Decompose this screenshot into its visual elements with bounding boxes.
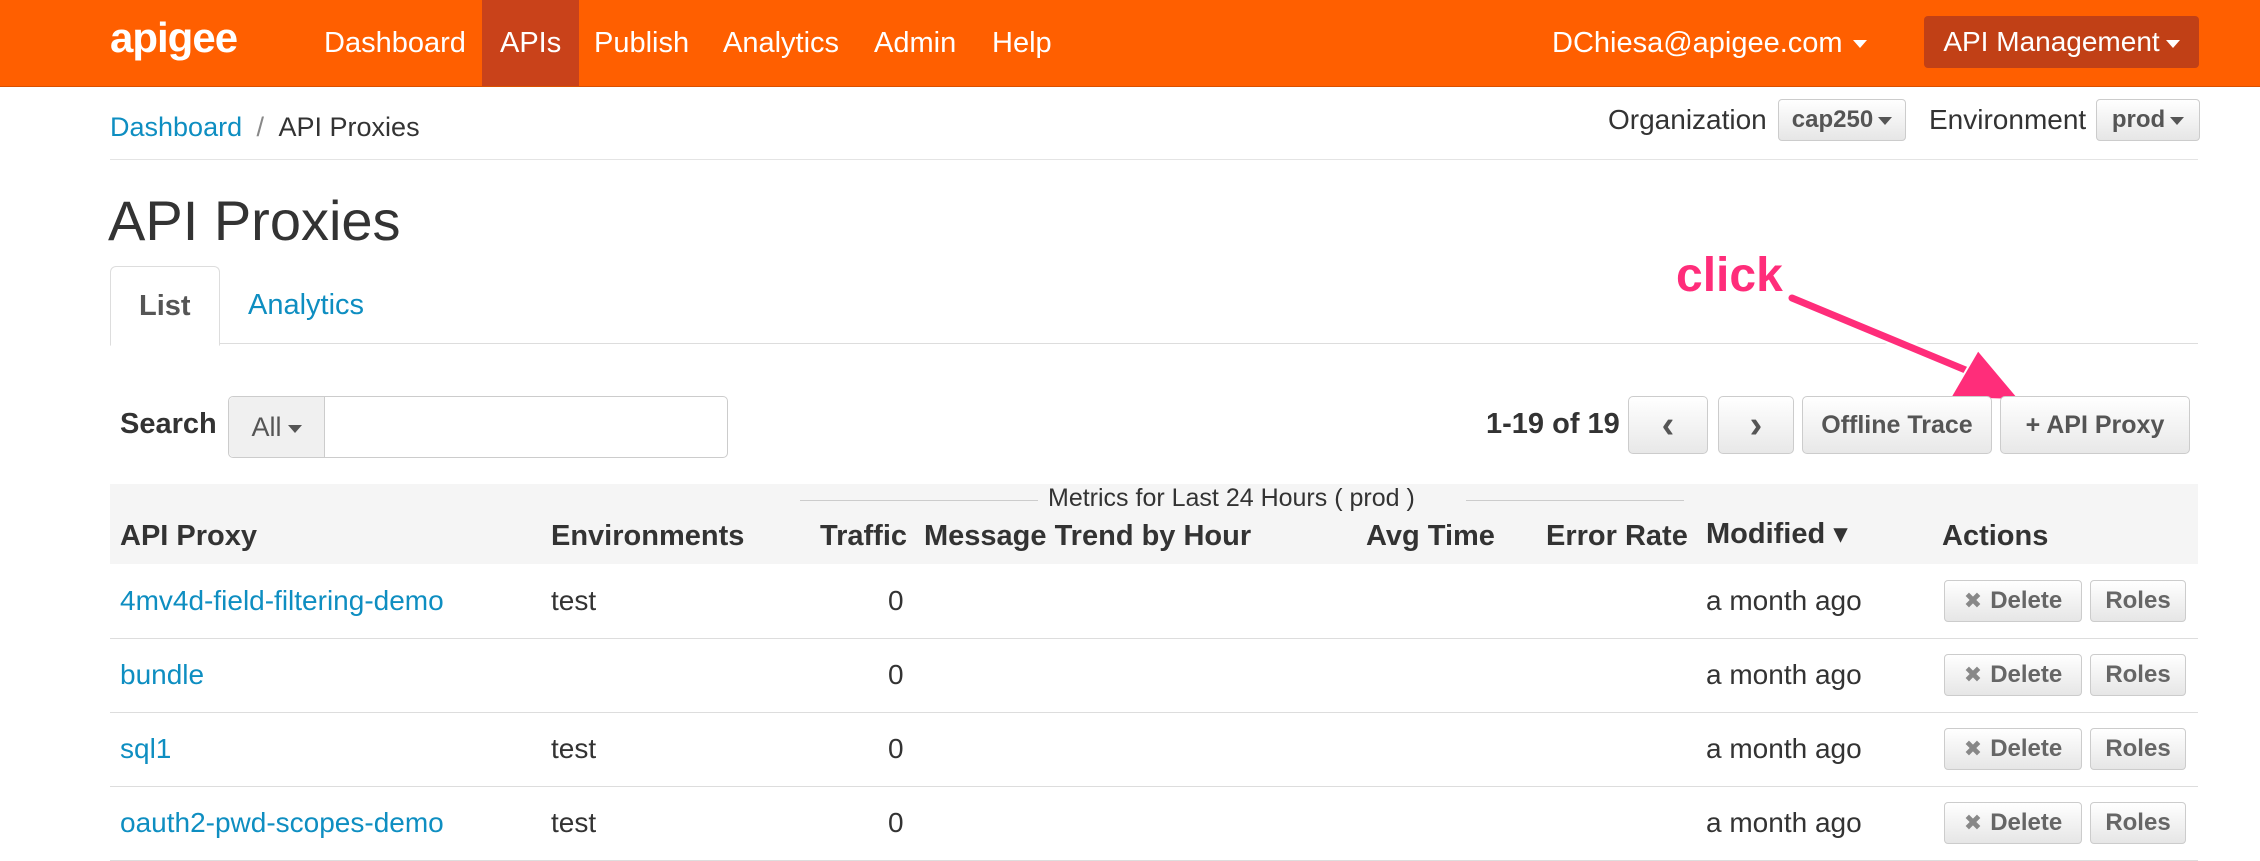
delete-label: Delete [1990, 735, 2063, 762]
user-menu[interactable]: DChiesa@apigee.com [1552, 0, 1867, 86]
environment-value: prod [2111, 106, 2166, 133]
breadcrumb: Dashboard / API Proxies [110, 112, 420, 143]
col-error-rate: Error Rate [1546, 520, 1688, 552]
proxy-modified: a month ago [1706, 733, 1862, 764]
search-input[interactable] [325, 397, 741, 455]
nav-publish[interactable]: Publish [576, 0, 707, 86]
next-page-button[interactable]: › [1718, 396, 1794, 454]
col-modified[interactable]: Modified ▾ [1706, 516, 1848, 551]
delete-label: Delete [1990, 661, 2063, 688]
chevron-down-icon [287, 424, 302, 433]
proxy-traffic: 0 [888, 733, 904, 764]
chevron-down-icon [2170, 116, 2185, 125]
col-environments: Environments [551, 520, 745, 552]
proxy-traffic: 0 [888, 659, 904, 690]
search-scope-value: All [251, 412, 282, 442]
prev-page-button[interactable]: ‹ [1628, 396, 1708, 454]
organization-label: Organization [1608, 104, 1767, 135]
metrics-caption: Metrics for Last 24 Hours ( prod ) [1042, 484, 1421, 513]
proxy-traffic: 0 [888, 585, 904, 616]
roles-button[interactable]: Roles [2090, 728, 2186, 770]
col-actions: Actions [1942, 520, 2049, 552]
proxy-modified: a month ago [1706, 807, 1862, 838]
delete-button[interactable]: ✖ Delete [1944, 802, 2082, 844]
metrics-divider-left [800, 500, 1038, 501]
proxy-name-link[interactable]: bundle [120, 638, 204, 712]
col-api-proxy[interactable]: API Proxy [120, 520, 257, 553]
delete-label: Delete [1990, 809, 2063, 836]
proxy-name-link[interactable]: sql1 [120, 712, 171, 786]
top-navbar: apigee Dashboard APIs Publish Analytics … [0, 0, 2260, 87]
close-icon: ✖ [1963, 736, 1983, 761]
annotation-arrow-icon [1786, 292, 2023, 402]
proxy-environments: test [551, 807, 597, 838]
apigee-logo[interactable]: apigee [110, 14, 238, 62]
table-row: bundle 0 a month ago ✖ Delete Roles [110, 638, 2198, 713]
pager-count: 1-19 of 19 [1486, 408, 1620, 440]
table-row: 4mv4d-field-filtering-demo test 0 a mont… [110, 564, 2198, 639]
offline-trace-button[interactable]: Offline Trace [1802, 396, 1992, 454]
col-avg-time: Avg Time [1366, 520, 1495, 552]
chevron-down-icon [1878, 116, 1893, 125]
breadcrumb-separator: / [256, 112, 265, 142]
search-label: Search [120, 408, 217, 440]
roles-button[interactable]: Roles [2090, 802, 2186, 844]
api-management-label: API Management [1943, 26, 2160, 57]
proxy-modified: a month ago [1706, 585, 1862, 616]
search-group: All [228, 396, 741, 458]
proxy-name-link[interactable]: 4mv4d-field-filtering-demo [120, 564, 444, 638]
proxy-environments: test [551, 733, 597, 764]
tab-analytics[interactable]: Analytics [220, 266, 392, 344]
col-traffic: Traffic [820, 520, 908, 552]
user-email: DChiesa@apigee.com [1552, 27, 1843, 59]
col-message-trend: Message Trend by Hour [924, 520, 1252, 552]
close-icon: ✖ [1963, 662, 1983, 687]
close-icon: ✖ [1963, 588, 1983, 613]
chevron-down-icon [1852, 40, 1867, 49]
divider [110, 159, 2198, 160]
chevron-down-icon [2165, 39, 2180, 48]
proxy-name-link[interactable]: oauth2-pwd-scopes-demo [120, 786, 444, 860]
metrics-divider-right [1466, 500, 1684, 501]
nav-help[interactable]: Help [974, 0, 1070, 86]
breadcrumb-dashboard[interactable]: Dashboard [110, 112, 242, 142]
roles-button[interactable]: Roles [2090, 654, 2186, 696]
proxy-modified: a month ago [1706, 659, 1862, 690]
roles-button[interactable]: Roles [2090, 580, 2186, 622]
environment-select[interactable]: prod [2096, 99, 2200, 141]
breadcrumb-current: API Proxies [278, 112, 420, 142]
nav-dashboard[interactable]: Dashboard [306, 0, 484, 86]
delete-button[interactable]: ✖ Delete [1944, 728, 2082, 770]
delete-label: Delete [1990, 587, 2063, 614]
page-title: API Proxies [108, 189, 401, 252]
api-management-button[interactable]: API Management [1924, 16, 2199, 68]
click-annotation: click [1676, 249, 1783, 302]
environment-label: Environment [1929, 104, 2087, 135]
nav-apis[interactable]: APIs [482, 0, 580, 86]
nav-admin[interactable]: Admin [856, 0, 974, 86]
close-icon: ✖ [1963, 810, 1983, 835]
search-scope-dropdown[interactable]: All [229, 397, 325, 457]
tab-list[interactable]: List [110, 266, 220, 346]
proxy-traffic: 0 [888, 807, 904, 838]
delete-button[interactable]: ✖ Delete [1944, 580, 2082, 622]
table-row: sql1 test 0 a month ago ✖ Delete Roles [110, 712, 2198, 787]
organization-select[interactable]: cap250 [1778, 99, 1906, 141]
delete-button[interactable]: ✖ Delete [1944, 654, 2082, 696]
chevron-right-icon: › [1749, 404, 1763, 446]
add-api-proxy-button[interactable]: + API Proxy [2000, 396, 2190, 454]
nav-analytics[interactable]: Analytics [705, 0, 857, 86]
chevron-left-icon: ‹ [1661, 404, 1675, 446]
organization-value: cap250 [1791, 106, 1874, 133]
proxy-environments: test [551, 585, 597, 616]
table-row: oauth2-pwd-scopes-demo test 0 a month ag… [110, 786, 2198, 861]
